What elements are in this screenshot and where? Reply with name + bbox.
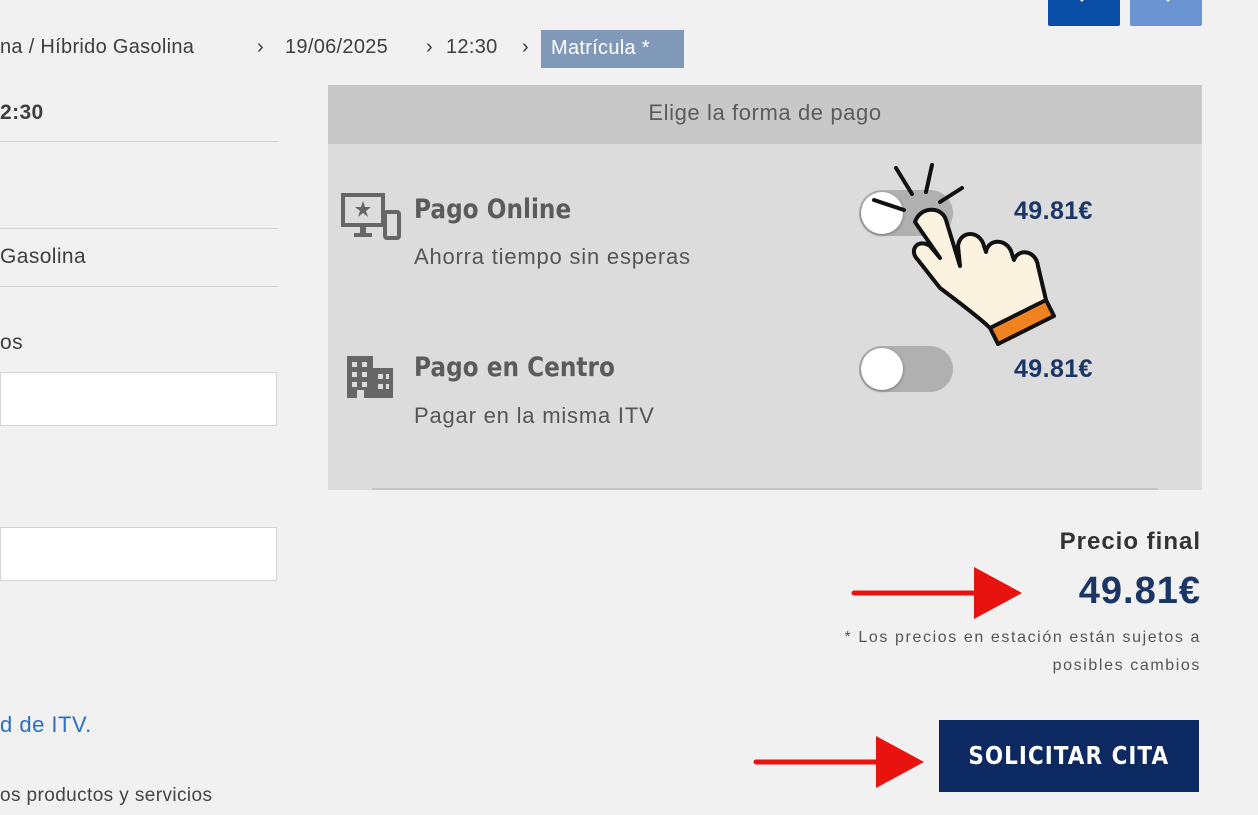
divider xyxy=(0,286,278,287)
summary-fuel: Gasolina xyxy=(0,245,87,268)
breadcrumb-separator: › xyxy=(257,36,264,58)
option-subtitle: Pagar en la misma ITV xyxy=(414,403,655,428)
breadcrumb-vehicle[interactable]: na / Híbrido Gasolina xyxy=(0,36,194,59)
final-price-value: 49.81€ xyxy=(1078,570,1201,612)
price-disclaimer: * Los precios en estación están sujetos … xyxy=(844,629,1201,646)
text-input[interactable] xyxy=(0,372,277,426)
payment-method-panel: Elige la forma de pago Pago Online Ahorr… xyxy=(328,85,1202,490)
divider xyxy=(0,141,278,142)
request-appointment-button[interactable]: SOLICITAR CITA xyxy=(939,720,1199,792)
payment-heading: Elige la forma de pago xyxy=(328,85,1202,144)
building-icon xyxy=(347,356,393,398)
consent-text: os productos y servicios xyxy=(0,785,213,806)
pointing-hand-icon xyxy=(872,163,1056,346)
breadcrumb-separator: › xyxy=(426,36,433,58)
option-price: 49.81€ xyxy=(1014,355,1093,383)
price-disclaimer: posibles cambios xyxy=(1052,657,1201,674)
arrow-to-final-price xyxy=(851,567,1022,619)
request-appointment-label: SOLICITAR CITA xyxy=(968,741,1170,770)
option-title: Pago Online xyxy=(414,194,572,225)
next-button[interactable] xyxy=(1130,0,1202,26)
field-label: os xyxy=(0,331,23,354)
arrow-to-submit-button xyxy=(753,736,924,788)
final-price-label: Precio final xyxy=(1059,528,1201,555)
previous-button[interactable] xyxy=(1048,0,1120,26)
chevron-right-icon xyxy=(1166,0,1170,2)
breadcrumb-date[interactable]: 19/06/2025 xyxy=(285,36,388,59)
breadcrumb-separator: › xyxy=(522,36,529,58)
option-subtitle: Ahorra tiempo sin esperas xyxy=(414,244,691,269)
itv-link[interactable]: d de ITV. xyxy=(0,712,92,738)
text-input[interactable] xyxy=(0,527,277,581)
monitor-star-icon xyxy=(341,193,401,240)
chevron-left-icon xyxy=(1080,0,1084,2)
divider xyxy=(372,488,1158,490)
breadcrumb-active-step: Matrícula * xyxy=(541,30,684,68)
summary-time: 2:30 xyxy=(0,101,44,124)
divider xyxy=(0,228,278,229)
breadcrumb-time[interactable]: 12:30 xyxy=(446,36,498,59)
option-title: Pago en Centro xyxy=(414,352,615,383)
